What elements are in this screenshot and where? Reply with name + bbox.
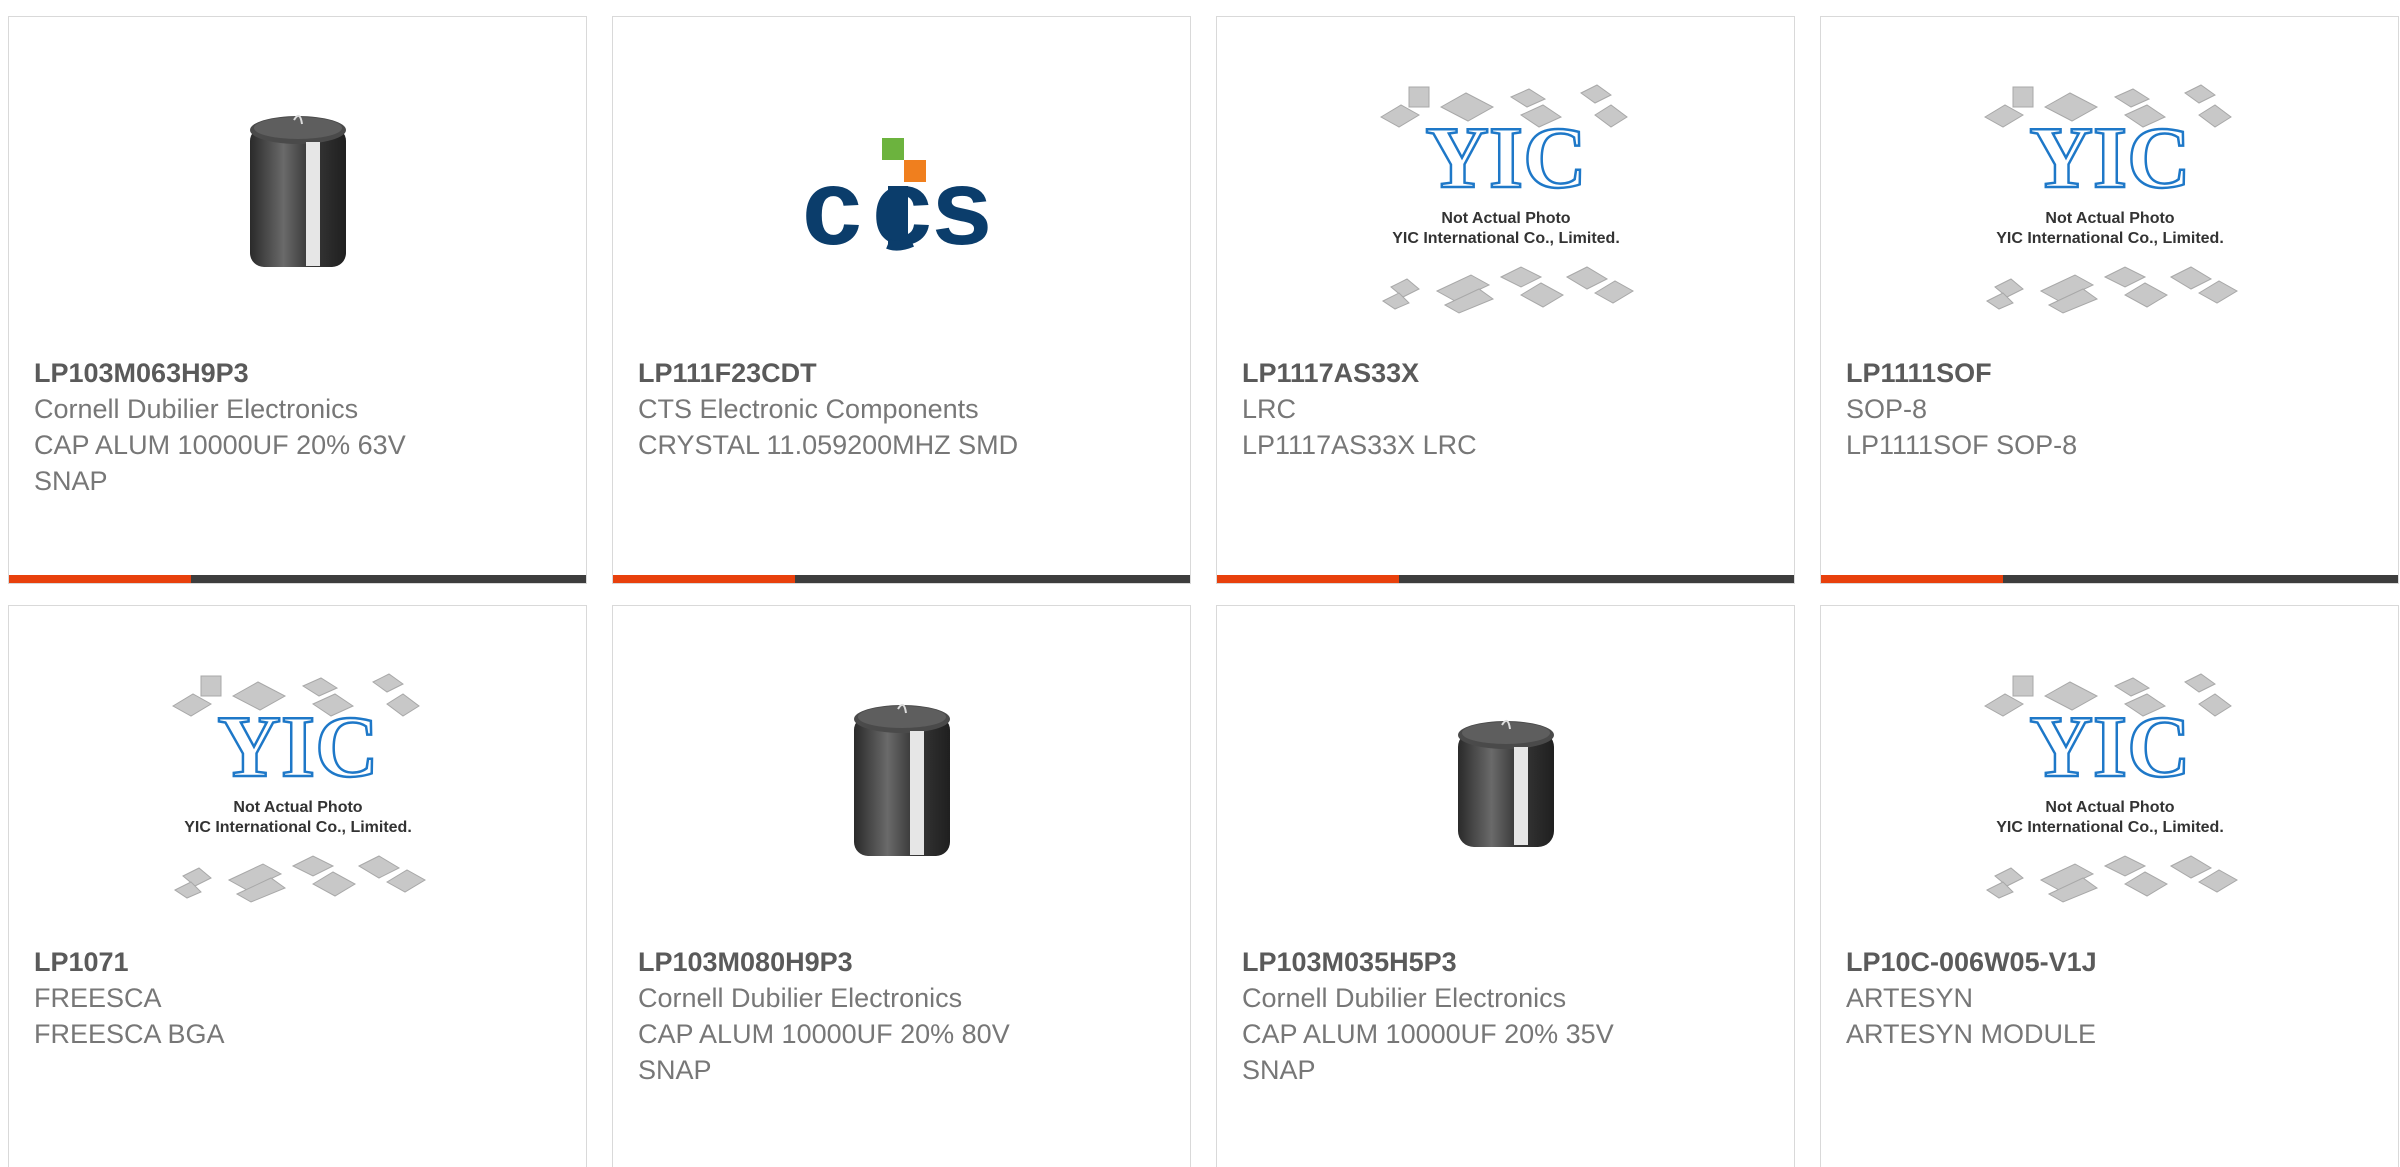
description: LP1111SOF SOP-8 [1846, 430, 2078, 460]
description: CAP ALUM 10000UF 20% 80V [638, 1019, 1010, 1049]
svg-text:Not Actual Photo: Not Actual Photo [2045, 210, 2174, 227]
product-card[interactable]: LP103M063H9P3 Cornell Dubilier Electroni… [8, 16, 587, 584]
description: CAP ALUM 10000UF 20% 63V [34, 430, 406, 460]
svg-text:YIC International Co., Limited: YIC International Co., Limited. [1996, 819, 2224, 836]
svg-text:YIC: YIC [217, 699, 378, 796]
manufacturer: CTS Electronic Components [638, 394, 979, 424]
description-extra: SNAP [1242, 1055, 1316, 1085]
description: CRYSTAL 11.059200MHZ SMD [638, 430, 1019, 460]
svg-text:YIC: YIC [1425, 110, 1586, 207]
card-accent-bar [1217, 575, 1794, 583]
product-thumbnail[interactable]: c c s [613, 87, 1190, 307]
card-accent-bar [1821, 575, 2398, 583]
description: CAP ALUM 10000UF 20% 35V [1242, 1019, 1614, 1049]
card-accent-bar [9, 575, 586, 583]
product-card[interactable]: LP103M035H5P3 Cornell Dubilier Electroni… [1216, 605, 1795, 1167]
svg-text:YIC International Co., Limited: YIC International Co., Limited. [184, 819, 412, 836]
svg-text:YIC: YIC [2029, 699, 2190, 796]
description-extra: SNAP [34, 466, 108, 496]
part-number[interactable]: LP1111SOF [1846, 355, 2378, 391]
svg-text:Not Actual Photo: Not Actual Photo [233, 799, 362, 816]
part-number[interactable]: LP111F23CDT [638, 355, 1170, 391]
yic-placeholder-icon: YIC Not Actual Photo YIC International C… [171, 673, 426, 903]
part-number[interactable]: LP1117AS33X [1242, 355, 1774, 391]
description: FREESCA BGA [34, 1019, 225, 1049]
cts-logo-icon: c c s [802, 138, 992, 262]
svg-text:YIC International Co., Limited: YIC International Co., Limited. [1392, 230, 1620, 247]
manufacturer: SOP-8 [1846, 394, 1928, 424]
product-card[interactable]: YIC Not Actual Photo YIC International C… [1216, 16, 1795, 584]
part-number[interactable]: LP10C-006W05-V1J [1846, 944, 2378, 980]
product-thumbnail[interactable] [1217, 676, 1794, 896]
part-number[interactable]: LP1071 [34, 944, 566, 980]
svg-text:Not Actual Photo: Not Actual Photo [2045, 799, 2174, 816]
description-extra: SNAP [638, 1055, 712, 1085]
part-number[interactable]: LP103M063H9P3 [34, 355, 566, 391]
product-thumbnail[interactable]: YIC Not Actual Photo YIC International C… [1217, 84, 1794, 314]
description: ARTESYN MODULE [1846, 1019, 2097, 1049]
product-thumbnail[interactable]: YIC Not Actual Photo YIC International C… [9, 673, 586, 903]
product-card[interactable]: YIC Not Actual Photo YIC International C… [8, 605, 587, 1167]
yic-placeholder-icon: YIC Not Actual Photo YIC International C… [1983, 673, 2238, 903]
product-card[interactable]: YIC Not Actual Photo YIC International C… [1820, 16, 2399, 584]
svg-text:c: c [802, 146, 862, 262]
product-card[interactable]: c c s LP111F23CDT CTS Electronic Compone… [612, 16, 1191, 584]
product-thumbnail[interactable]: YIC Not Actual Photo YIC International C… [1821, 84, 2398, 314]
capacitor-icon [853, 703, 950, 856]
svg-text:YIC International Co., Limited: YIC International Co., Limited. [1996, 230, 2224, 247]
part-number[interactable]: LP103M080H9P3 [638, 944, 1170, 980]
manufacturer: ARTESYN [1846, 983, 1974, 1013]
manufacturer: Cornell Dubilier Electronics [1242, 983, 1567, 1013]
product-card[interactable]: LP103M080H9P3 Cornell Dubilier Electroni… [612, 605, 1191, 1167]
svg-text:Not Actual Photo: Not Actual Photo [1441, 210, 1570, 227]
svg-text:s: s [932, 146, 992, 262]
capacitor-icon [1457, 719, 1554, 847]
manufacturer: LRC [1242, 394, 1297, 424]
description: LP1117AS33X LRC [1242, 430, 1477, 460]
manufacturer: Cornell Dubilier Electronics [34, 394, 359, 424]
yic-placeholder-icon: YIC Not Actual Photo YIC International C… [1379, 84, 1634, 314]
product-thumbnail[interactable]: YIC Not Actual Photo YIC International C… [1821, 673, 2398, 903]
card-accent-bar [613, 575, 1190, 583]
product-card[interactable]: YIC Not Actual Photo YIC International C… [1820, 605, 2399, 1167]
product-thumbnail[interactable] [613, 676, 1190, 896]
product-grid: LP103M063H9P3 Cornell Dubilier Electroni… [0, 0, 2400, 1167]
svg-text:YIC: YIC [2029, 110, 2190, 207]
part-number[interactable]: LP103M035H5P3 [1242, 944, 1774, 980]
manufacturer: FREESCA [34, 983, 162, 1013]
yic-placeholder-icon: YIC Not Actual Photo YIC International C… [1983, 84, 2238, 314]
product-thumbnail[interactable] [9, 87, 586, 307]
manufacturer: Cornell Dubilier Electronics [638, 983, 963, 1013]
capacitor-icon [249, 114, 346, 267]
